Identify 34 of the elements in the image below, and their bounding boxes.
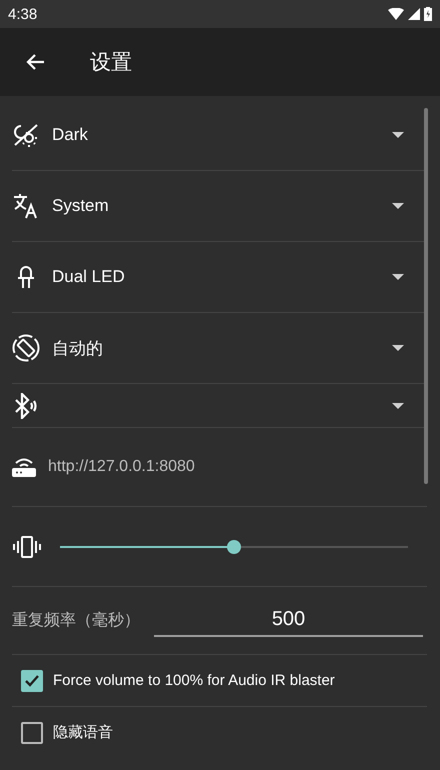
battery-icon [424,7,432,21]
screen-rotation-icon [12,334,40,362]
checkbox[interactable] [21,670,43,692]
field-label: 重复频率（毫秒） [12,610,141,631]
vibration-slider[interactable] [60,540,408,554]
checkbox-label: 隐藏语音 [53,723,113,742]
checkbox[interactable] [21,722,43,744]
dropdown-field[interactable]: Dual LED [12,242,427,313]
checkbox-label: Force volume to 100% for Audio IR blaster [53,672,335,689]
dropdown-field[interactable]: Dark [12,100,427,171]
server-url: http://127.0.0.1:8080 [48,458,195,476]
dropdown-value: 自动的 [52,338,104,360]
dropdown-value: Dark [52,125,89,145]
dropdown-caret-icon [392,132,404,138]
dropdown-caret-icon [392,345,404,351]
dropdown-caret-icon [392,402,404,408]
dropdown-value: Dual LED [52,267,126,287]
checkmark-icon [24,674,40,688]
status-time: 4:38 [8,6,38,22]
dropdown-value: System [52,196,110,216]
theme-icon [12,122,40,148]
bluetooth-audio-icon [12,392,38,418]
dropdown-caret-icon [392,203,404,209]
router-icon [12,457,36,477]
input-field[interactable]: 500 [154,604,423,637]
back-arrow-icon[interactable] [25,53,45,71]
dropdown-field[interactable]: System [12,171,427,242]
translate-icon [12,193,40,219]
vibration-icon [12,534,42,558]
wifi-icon [388,8,404,20]
signal-icon [408,8,420,20]
dropdown-caret-icon [392,274,404,280]
page-title: 设置 [90,49,132,76]
dropdown-field[interactable]: 自动的 [12,313,427,384]
